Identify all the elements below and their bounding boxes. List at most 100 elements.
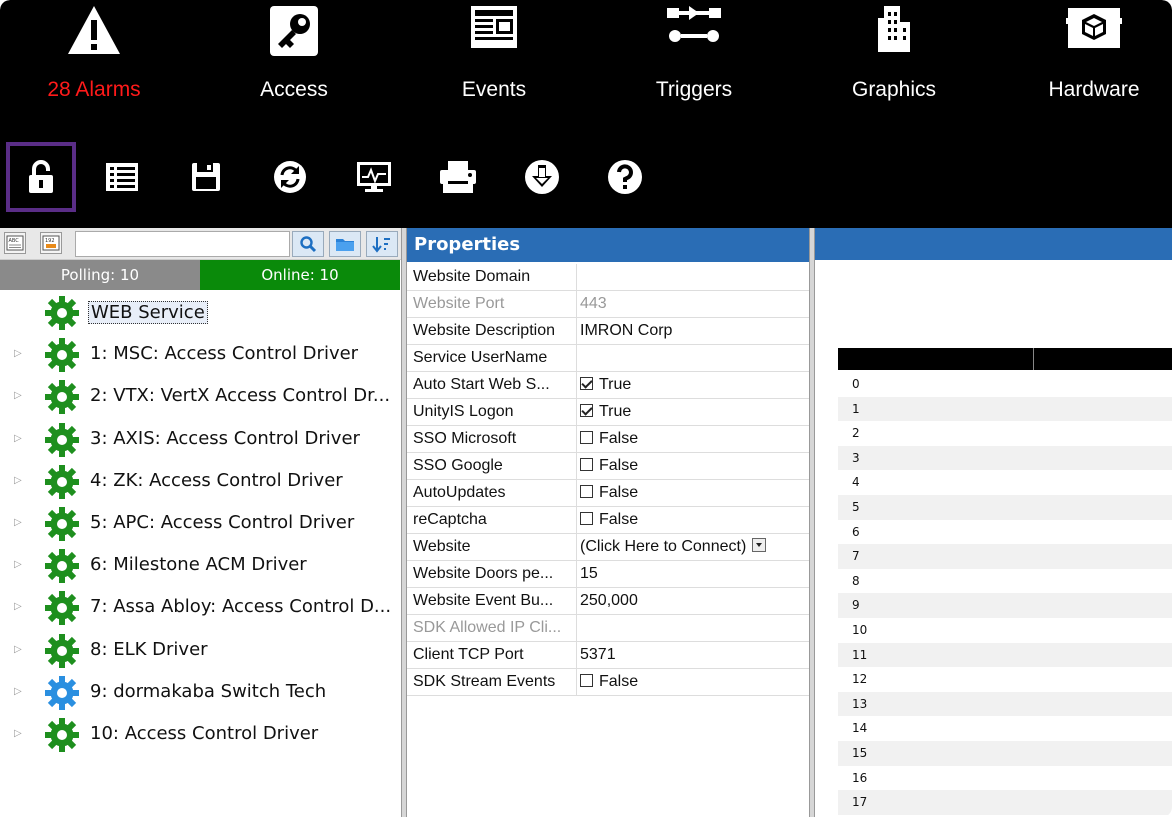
property-row[interactable]: AutoUpdates False [407, 480, 809, 507]
property-value[interactable]: False [577, 426, 809, 453]
column-separator[interactable] [1033, 348, 1034, 370]
tree-item[interactable]: ▷ 2: VTX: VertX Access Control Dr... [0, 376, 400, 418]
grid-row[interactable]: 4 [838, 470, 1172, 495]
expand-arrow-icon[interactable]: ▷ [14, 644, 22, 655]
grid-row[interactable]: 8 [838, 569, 1172, 594]
property-value[interactable]: False [577, 453, 809, 480]
property-value[interactable]: 250,000 [577, 588, 809, 615]
folder-button[interactable] [329, 231, 361, 257]
expand-arrow-icon[interactable]: ▷ [14, 601, 22, 612]
ip-view-icon[interactable]: 192 [40, 232, 62, 254]
property-value[interactable]: False [577, 669, 809, 696]
expand-arrow-icon[interactable]: ▷ [14, 348, 22, 359]
grid-row[interactable]: 7 [838, 544, 1172, 569]
print-button[interactable] [423, 142, 493, 212]
property-row[interactable]: UnityIS Logon True [407, 399, 809, 426]
grid-row[interactable]: 2 [838, 421, 1172, 446]
sort-button[interactable] [366, 231, 398, 257]
checkbox[interactable] [580, 404, 593, 417]
search-input[interactable] [75, 231, 290, 257]
property-value[interactable] [577, 264, 809, 291]
property-row[interactable]: reCaptcha False [407, 507, 809, 534]
property-row[interactable]: Website Domain [407, 264, 809, 291]
property-value[interactable]: (Click Here to Connect) [577, 534, 809, 561]
tree-item[interactable]: ▷ 8: ELK Driver [0, 630, 400, 672]
property-value[interactable] [577, 615, 809, 642]
property-row[interactable]: Website (Click Here to Connect) [407, 534, 809, 561]
grid-row[interactable]: 13 [838, 691, 1172, 717]
nav-triggers[interactable]: Triggers [594, 0, 794, 120]
dropdown-icon[interactable] [752, 538, 767, 552]
property-value[interactable]: True [577, 399, 809, 426]
grid-row[interactable]: 12 [838, 667, 1172, 692]
tree-item[interactable]: ▷ 1: MSC: Access Control Driver [0, 334, 400, 376]
tree-item[interactable]: ▷ 10: Access Control Driver [0, 714, 400, 756]
property-value[interactable]: 443 [577, 291, 809, 318]
grid-row[interactable]: 17 [838, 790, 1172, 815]
property-row[interactable]: Service UserName [407, 345, 809, 372]
property-row[interactable]: Website Description IMRON Corp [407, 318, 809, 345]
tree-item[interactable]: ▷ 7: Assa Abloy: Access Control D... [0, 587, 400, 629]
grid-row[interactable]: 11 [838, 642, 1172, 668]
property-row[interactable]: SDK Allowed IP Cli... [407, 615, 809, 642]
property-value[interactable]: True [577, 372, 809, 399]
grid-row[interactable]: 9 [838, 593, 1172, 618]
nav-28-alarms[interactable]: 28 Alarms [0, 0, 194, 120]
grid-row[interactable]: 5 [838, 495, 1172, 520]
checkbox[interactable] [580, 512, 593, 525]
property-row[interactable]: Website Port 443 [407, 291, 809, 318]
download-button[interactable] [507, 142, 577, 212]
property-row[interactable]: Website Doors pe... 15 [407, 561, 809, 588]
checkbox[interactable] [580, 674, 593, 687]
grid-row[interactable]: 10 [838, 618, 1172, 643]
text-view-icon[interactable]: ABC [4, 232, 26, 254]
help-button[interactable] [590, 142, 660, 212]
nav-events[interactable]: Events [394, 0, 594, 120]
tree-item[interactable]: ▷ 4: ZK: Access Control Driver [0, 461, 400, 503]
property-value[interactable] [577, 345, 809, 372]
save-button[interactable] [171, 142, 241, 212]
expand-arrow-icon[interactable]: ▷ [14, 686, 22, 697]
property-value[interactable]: IMRON Corp [577, 318, 809, 345]
tree-item[interactable]: ▷ 5: APC: Access Control Driver [0, 503, 400, 545]
checkbox[interactable] [580, 485, 593, 498]
lock-button[interactable] [6, 142, 76, 212]
property-value[interactable]: 5371 [577, 642, 809, 669]
expand-arrow-icon[interactable]: ▷ [14, 390, 22, 401]
tree-item[interactable]: WEB Service [0, 292, 400, 334]
checkbox[interactable] [580, 431, 593, 444]
property-row[interactable]: SSO Microsoft False [407, 426, 809, 453]
expand-arrow-icon[interactable]: ▷ [14, 728, 22, 739]
grid-row[interactable]: 15 [838, 741, 1172, 766]
property-value[interactable]: False [577, 480, 809, 507]
nav-graphics[interactable]: Graphics [794, 0, 994, 120]
property-row[interactable]: Auto Start Web S... True [407, 372, 809, 399]
nav-hardware[interactable]: Hardware [994, 0, 1172, 120]
checkbox[interactable] [580, 458, 593, 471]
expand-arrow-icon[interactable]: ▷ [14, 475, 22, 486]
grid-row[interactable]: 1 [838, 396, 1172, 422]
grid-row[interactable]: 6 [838, 520, 1172, 545]
expand-arrow-icon[interactable]: ▷ [14, 559, 22, 570]
search-button[interactable] [292, 231, 324, 257]
property-value[interactable]: False [577, 507, 809, 534]
grid-row[interactable]: 3 [838, 445, 1172, 471]
nav-access[interactable]: Access [194, 0, 394, 120]
property-row[interactable]: SDK Stream Events False [407, 669, 809, 696]
property-row[interactable]: Client TCP Port 5371 [407, 642, 809, 669]
tree-item[interactable]: ▷ 6: Milestone ACM Driver [0, 545, 400, 587]
grid-row[interactable]: 14 [838, 716, 1172, 741]
tree-item[interactable]: ▷ 3: AXIS: Access Control Driver [0, 419, 400, 461]
property-row[interactable]: Website Event Bu... 250,000 [407, 588, 809, 615]
grid-row[interactable]: 16 [838, 766, 1172, 791]
checkbox[interactable] [580, 377, 593, 390]
property-row[interactable]: SSO Google False [407, 453, 809, 480]
grid-row[interactable]: 0 [838, 372, 1172, 397]
property-value[interactable]: 15 [577, 561, 809, 588]
monitor-button[interactable] [339, 142, 409, 212]
tree-item[interactable]: ▷ 9: dormakaba Switch Tech [0, 672, 400, 714]
refresh-button[interactable] [255, 142, 325, 212]
expand-arrow-icon[interactable]: ▷ [14, 433, 22, 444]
expand-arrow-icon[interactable]: ▷ [14, 517, 22, 528]
list-button[interactable] [87, 142, 157, 212]
